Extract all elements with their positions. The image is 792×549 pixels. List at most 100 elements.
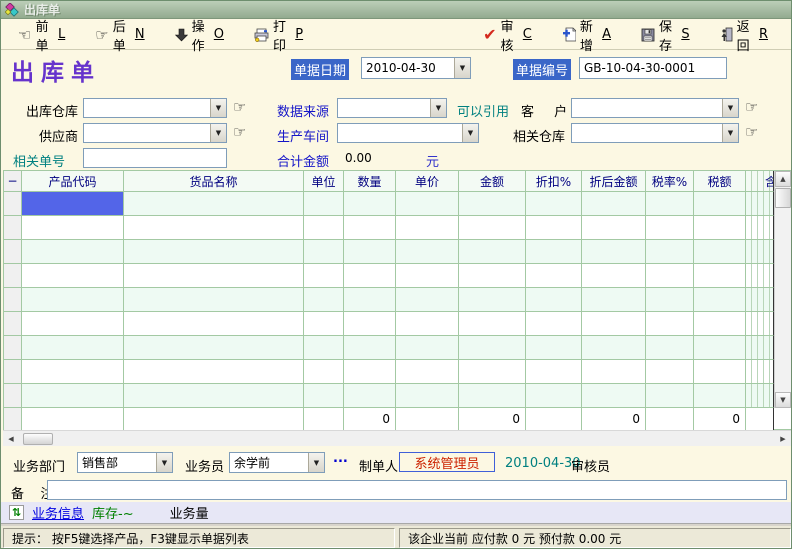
grid-cell[interactable] [694, 384, 746, 408]
grid-cell[interactable] [344, 192, 396, 216]
grid-cell[interactable] [396, 312, 459, 336]
warehouse-select[interactable]: ▼ [83, 98, 227, 118]
grid-cell[interactable] [694, 312, 746, 336]
grid-cell[interactable] [344, 312, 396, 336]
chevron-down-icon[interactable]: ▼ [462, 124, 478, 142]
grid-cell[interactable] [22, 240, 124, 264]
supplier-select[interactable]: ▼ [83, 123, 227, 143]
grid-cell[interactable] [22, 288, 124, 312]
grid-cell[interactable] [459, 336, 526, 360]
grid-cell[interactable] [304, 264, 344, 288]
grid-cell[interactable] [304, 192, 344, 216]
grid-cell[interactable] [526, 312, 582, 336]
grid-cell[interactable] [344, 240, 396, 264]
column-header[interactable]: 货品名称 [124, 171, 304, 192]
operations-button[interactable]: 操作O [170, 23, 229, 47]
grid-cell[interactable] [746, 192, 774, 216]
grid-cell[interactable] [124, 264, 304, 288]
column-header[interactable]: 税率% [646, 171, 694, 192]
column-header[interactable]: − [4, 171, 22, 192]
clerk-select[interactable]: 余学前 ▼ [229, 452, 325, 473]
grid-cell[interactable] [344, 336, 396, 360]
grid-cell[interactable] [694, 264, 746, 288]
grid-cell[interactable] [526, 240, 582, 264]
grid-cell[interactable] [526, 336, 582, 360]
grid-cell[interactable] [396, 264, 459, 288]
grid-cell[interactable] [124, 216, 304, 240]
dept-select[interactable]: 销售部 ▼ [77, 452, 173, 473]
chevron-down-icon[interactable]: ▼ [308, 453, 324, 472]
grid-cell[interactable] [582, 312, 646, 336]
column-header[interactable]: 含 [746, 171, 774, 192]
grid-cell[interactable] [582, 288, 646, 312]
grid-cell[interactable] [646, 264, 694, 288]
grid-cell[interactable] [124, 240, 304, 264]
horizontal-scrollbar[interactable]: ◀ ▶ [3, 430, 791, 446]
column-header[interactable]: 金额 [459, 171, 526, 192]
column-header[interactable]: 折扣% [526, 171, 582, 192]
prev-doc-button[interactable]: ☜ 前单L [13, 23, 70, 47]
grid-cell[interactable] [304, 288, 344, 312]
grid-cell[interactable] [646, 384, 694, 408]
grid-cell[interactable] [459, 384, 526, 408]
grid-cell[interactable] [304, 216, 344, 240]
related-warehouse-select[interactable]: ▼ [571, 123, 739, 143]
note-input[interactable] [47, 480, 787, 500]
grid-cell[interactable] [526, 192, 582, 216]
grid-cell[interactable] [396, 360, 459, 384]
chevron-down-icon[interactable]: ▼ [210, 124, 226, 142]
grid-cell[interactable] [646, 312, 694, 336]
grid-cell[interactable] [526, 264, 582, 288]
grid-cell[interactable] [396, 216, 459, 240]
grid-cell[interactable] [646, 336, 694, 360]
grid-cell[interactable] [396, 384, 459, 408]
grid-cell[interactable] [746, 264, 774, 288]
warehouse-lookup-icon[interactable]: ☞ [233, 100, 246, 114]
grid-cell[interactable] [694, 240, 746, 264]
grid-cell[interactable] [459, 288, 526, 312]
grid-cell[interactable] [694, 288, 746, 312]
grid-cell[interactable] [746, 360, 774, 384]
grid-cell[interactable] [746, 336, 774, 360]
grid-cell[interactable] [582, 216, 646, 240]
row-indicator[interactable] [4, 192, 22, 216]
grid-cell[interactable] [22, 264, 124, 288]
datasource-select[interactable]: ▼ [337, 98, 447, 118]
grid-cell[interactable] [459, 312, 526, 336]
grid-cell[interactable] [304, 312, 344, 336]
vertical-scrollbar[interactable]: ▲ ▼ [774, 171, 791, 408]
grid-cell[interactable] [124, 384, 304, 408]
grid-cell[interactable] [459, 240, 526, 264]
scroll-right-icon[interactable]: ▶ [775, 431, 791, 446]
grid-cell[interactable] [746, 240, 774, 264]
grid-cell[interactable] [396, 288, 459, 312]
save-button[interactable]: 保存S [636, 23, 695, 47]
chevron-down-icon[interactable]: ▼ [210, 99, 226, 117]
grid-cell[interactable] [646, 288, 694, 312]
column-header[interactable]: 数量 [344, 171, 396, 192]
return-button[interactable]: 返回R [715, 23, 773, 47]
grid-cell[interactable] [22, 192, 124, 216]
row-indicator[interactable] [4, 360, 22, 384]
maker-value-box[interactable]: 系统管理员 [399, 452, 495, 472]
grid-cell[interactable] [344, 360, 396, 384]
grid-cell[interactable] [304, 240, 344, 264]
grid-cell[interactable] [124, 336, 304, 360]
grid-cell[interactable] [746, 312, 774, 336]
grid-cell[interactable] [746, 288, 774, 312]
row-indicator[interactable] [4, 312, 22, 336]
grid-cell[interactable] [459, 264, 526, 288]
row-indicator[interactable] [4, 336, 22, 360]
grid-cell[interactable] [582, 240, 646, 264]
scroll-down-icon[interactable]: ▼ [775, 392, 791, 408]
grid-cell[interactable] [646, 360, 694, 384]
related-warehouse-lookup-icon[interactable]: ☞ [745, 125, 758, 139]
grid-cell[interactable] [746, 384, 774, 408]
chevron-down-icon[interactable]: ▼ [156, 453, 172, 472]
grid-cell[interactable] [396, 336, 459, 360]
grid-cell[interactable] [694, 360, 746, 384]
row-indicator[interactable] [4, 240, 22, 264]
workshop-select[interactable]: ▼ [337, 123, 479, 143]
grid-cell[interactable] [22, 216, 124, 240]
grid-cell[interactable] [646, 216, 694, 240]
